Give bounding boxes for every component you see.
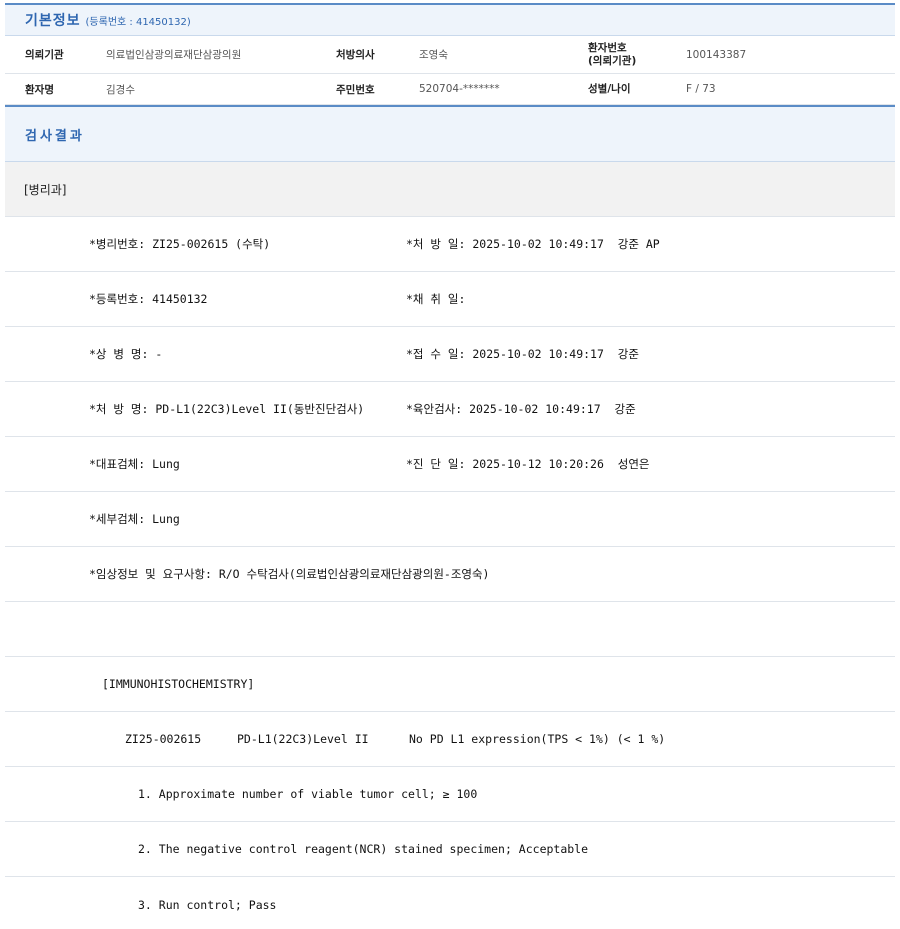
result-field-row: *세부검체: Lung bbox=[5, 492, 895, 547]
resident-number-label: 주민번호 bbox=[336, 83, 375, 96]
ihc-item-row: 1. Approximate number of viable tumor ce… bbox=[5, 767, 895, 822]
sex-age-value: F / 73 bbox=[686, 83, 716, 95]
detail-specimen: *세부검체: Lung bbox=[89, 512, 180, 526]
clinical-info: *임상정보 및 요구사항: R/O 수탁검사(의료법인삼광의료재단삼광의원-조영… bbox=[89, 567, 490, 581]
result-field-row: *등록번호: 41450132 *채 취 일: bbox=[5, 272, 895, 327]
ihc-item: 3. Run control; Pass bbox=[138, 897, 277, 912]
ihc-test-name: PD-L1(22C3)Level II bbox=[237, 732, 369, 746]
result-field-row: *임상정보 및 요구사항: R/O 수탁검사(의료법인삼광의료재단삼광의원-조영… bbox=[5, 547, 895, 602]
patient-number-label-line2: (의뢰기관) bbox=[588, 54, 637, 67]
disease-name: *상 병 명: - bbox=[89, 347, 163, 361]
info-row: 환자명 김경수 주민번호 520704-******* 성별/나이 F / 73 bbox=[5, 74, 895, 105]
department-row: [병리과] bbox=[5, 162, 895, 217]
collection-date: *채 취 일: bbox=[406, 292, 466, 306]
gross-exam-date: *육안검사: 2025-10-02 10:49:17 강준 bbox=[406, 402, 636, 416]
patient-name-label: 환자명 bbox=[25, 83, 54, 96]
result-field-row: *처 방 명: PD-L1(22C3)Level II(동반진단검사) *육안검… bbox=[5, 382, 895, 437]
registration-number: (등록번호 : 41450132) bbox=[85, 16, 191, 28]
basic-info-title: 기본정보 bbox=[25, 13, 81, 29]
results-title: 검사결과 bbox=[25, 128, 85, 144]
patient-number-value: 100143387 bbox=[686, 48, 747, 61]
report-container: 기본정보 (등록번호 : 41450132) 의뢰기관 의료법인삼광의료재단삼광… bbox=[5, 3, 895, 929]
doctor-label: 처방의사 bbox=[336, 49, 375, 61]
representative-specimen: *대표검체: Lung bbox=[89, 457, 180, 471]
ihc-item-row: 2. The negative control reagent(NCR) sta… bbox=[5, 822, 895, 877]
ihc-result-row: ZI25-002615 PD-L1(22C3)Level II No PD L1… bbox=[5, 712, 895, 767]
registration-field: *등록번호: 41450132 bbox=[89, 292, 208, 306]
pathology-number: *병리번호: ZI25-002615 (수탁) bbox=[89, 237, 271, 251]
sex-age-label: 성별/나이 bbox=[588, 82, 631, 95]
resident-number-value: 520704-******* bbox=[419, 83, 500, 95]
ihc-result: No PD L1 expression(TPS < 1%) (< 1 %) bbox=[409, 732, 666, 746]
ihc-header: [IMMUNOHISTOCHEMISTRY] bbox=[102, 677, 255, 691]
patient-name-value: 김경수 bbox=[106, 83, 135, 96]
ihc-item: 2. The negative control reagent(NCR) sta… bbox=[138, 842, 589, 856]
info-row: 의뢰기관 의료법인삼광의료재단삼광의원 처방의사 조영숙 환자번호 (의뢰기관)… bbox=[5, 36, 895, 74]
prescription-name: *처 방 명: PD-L1(22C3)Level II(동반진단검사) bbox=[89, 402, 365, 416]
basic-info-header: 기본정보 (등록번호 : 41450132) bbox=[5, 3, 895, 36]
department-label: [병리과] bbox=[24, 182, 67, 197]
prescription-date: *처 방 일: 2025-10-02 10:49:17 강준 AP bbox=[406, 237, 660, 251]
ihc-item: 1. Approximate number of viable tumor ce… bbox=[138, 787, 478, 801]
institution-label: 의뢰기관 bbox=[25, 49, 64, 61]
institution-value: 의료법인삼광의료재단삼광의원 bbox=[106, 49, 242, 61]
blank-row bbox=[5, 602, 895, 657]
diagnosis-date: *진 단 일: 2025-10-12 10:20:26 성연은 bbox=[406, 457, 650, 471]
results-header: 검사결과 bbox=[5, 105, 895, 162]
result-field-row: *대표검체: Lung *진 단 일: 2025-10-12 10:20:26 … bbox=[5, 437, 895, 492]
doctor-value: 조영숙 bbox=[419, 49, 448, 61]
result-field-row: *상 병 명: - *접 수 일: 2025-10-02 10:49:17 강준 bbox=[5, 327, 895, 382]
ihc-specimen-id: ZI25-002615 bbox=[125, 732, 202, 746]
ihc-item-row: 3. Run control; Pass bbox=[5, 877, 895, 929]
ihc-header-row: [IMMUNOHISTOCHEMISTRY] bbox=[5, 657, 895, 712]
receipt-date: *접 수 일: 2025-10-02 10:49:17 강준 bbox=[406, 347, 639, 361]
patient-number-label: 환자번호 (의뢰기관) bbox=[588, 42, 636, 68]
patient-number-label-line1: 환자번호 bbox=[588, 41, 627, 54]
result-field-row: *병리번호: ZI25-002615 (수탁) *처 방 일: 2025-10-… bbox=[5, 217, 895, 272]
